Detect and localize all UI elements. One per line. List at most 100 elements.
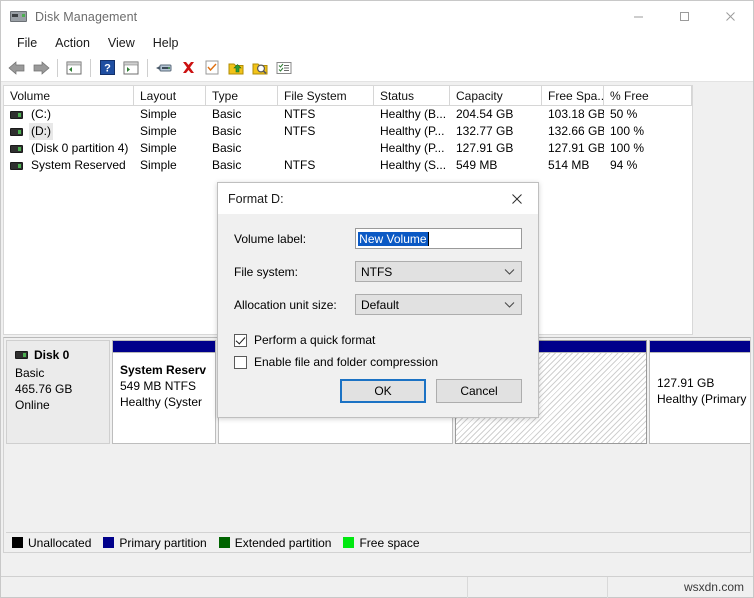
column-header-percent-free[interactable]: % Free [604,86,692,106]
column-header-status[interactable]: Status [374,86,450,106]
show-hide-console-tree-icon[interactable] [119,56,143,80]
checkbox-quick-format-row[interactable]: Perform a quick format [234,333,522,347]
column-header-free-space[interactable]: Free Spa... [542,86,604,106]
text-caret [427,231,429,246]
disk-info-panel[interactable]: Disk 0 Basic 465.76 GB Online [6,340,110,444]
cell-volume: (D:) [4,123,134,140]
legend-label: Primary partition [119,535,207,550]
back-arrow-icon[interactable] [5,56,29,80]
disk-name: Disk 0 [34,348,70,362]
help-icon[interactable]: ? [95,56,119,80]
label-allocation-unit-size: Allocation unit size: [234,297,337,312]
menu-item-help[interactable]: Help [144,33,188,53]
legend: Unallocated Primary partition Extended p… [6,532,750,552]
format-dialog: Format D: Volume label: New Volume File … [217,182,539,418]
column-header-volume[interactable]: Volume [4,86,134,106]
cancel-button[interactable]: Cancel [436,379,522,403]
partition-size-fs: 549 MB NTFS [120,379,197,393]
column-header-capacity[interactable]: Capacity [450,86,542,106]
cell-capacity: 127.91 GB [456,141,514,155]
detail-view-icon[interactable] [272,56,296,80]
partition-disk0-part4[interactable]: 127.91 GB Healthy (Primary Partition) [649,340,750,444]
up-one-level-icon[interactable] [62,56,86,80]
disk-type: Basic [15,366,45,380]
dialog-close-button[interactable] [496,183,538,214]
minimize-button[interactable] [615,1,661,32]
compression-checkbox[interactable] [234,355,247,369]
cell-free-space: 127.91 GB [548,141,604,155]
file-system-select[interactable]: NTFS [354,261,522,282]
column-header-file-system[interactable]: File System [278,86,374,106]
partition-color-bar [650,341,750,353]
volume-label-input[interactable]: New Volume [355,228,522,249]
legend-label: Unallocated [28,535,92,550]
export-list-icon[interactable] [224,56,248,80]
status-bar: wsxdn.com [1,576,753,598]
ok-button[interactable]: OK [340,379,426,403]
properties-icon[interactable] [152,56,176,80]
cell-type: Basic [212,158,242,172]
legend-label: Free space [359,535,420,550]
quick-format-label: Perform a quick format [254,333,376,347]
title-bar: Disk Management [1,1,753,32]
forward-arrow-icon[interactable] [29,56,53,80]
table-row[interactable]: (D:) Simple Basic NTFS Healthy (P... 132… [4,123,692,140]
menu-item-file[interactable]: File [8,33,46,53]
close-button[interactable] [707,1,753,32]
cell-percent-free: 94 % [610,158,638,172]
cell-layout: Simple [140,141,177,155]
partition-status: Healthy (Primary Partition) [657,392,750,406]
cell-layout: Simple [140,107,177,121]
column-header-layout[interactable]: Layout [134,86,206,106]
maximize-button[interactable] [661,1,707,32]
table-row[interactable]: (Disk 0 partition 4) Simple Basic Health… [4,140,692,157]
legend-item-extended-partition: Extended partition [218,536,331,550]
status-pane-1 [1,576,468,598]
legend-swatch [218,537,230,548]
cell-percent-free: 100 % [610,141,645,155]
cell-file-system: NTFS [284,124,316,138]
field-volume-label: Volume label: New Volume [234,228,522,249]
dialog-buttons: OK Cancel [330,379,522,403]
menu-item-view[interactable]: View [99,33,144,53]
allocation-unit-size-value: Default [360,297,399,312]
partition-system-reserved[interactable]: System Reserv 549 MB NTFS Healthy (Syste… [112,340,216,444]
field-file-system: File system: NTFS [234,261,522,282]
legend-item-unallocated: Unallocated [12,536,91,550]
menu-item-action[interactable]: Action [46,33,99,53]
volume-list-header: Volume Layout Type File System Status Ca… [4,86,692,106]
toolbar-separator [90,58,91,77]
disk-drive-icon [10,8,27,25]
field-allocation-unit-size: Allocation unit size: Default [234,294,522,315]
cell-layout: Simple [140,158,177,172]
cell-free-space: 132.66 GB [548,124,604,138]
column-header-type[interactable]: Type [206,86,278,106]
dialog-title-bar: Format D: [218,183,538,214]
label-volume-label: Volume label: [234,231,307,246]
legend-swatch [343,537,355,548]
zoom-icon[interactable] [248,56,272,80]
drive-icon [10,110,23,119]
cell-free-space: 103.18 GB [548,107,604,121]
cell-capacity: 132.77 GB [456,124,514,138]
table-row[interactable]: System Reserved Simple Basic NTFS Health… [4,157,692,174]
cell-percent-free: 100 % [610,124,645,138]
dialog-body: Volume label: New Volume File system: NT… [218,214,538,369]
file-system-value: NTFS [360,264,393,279]
cell-percent-free: 50 % [610,107,638,121]
menu-bar: File Action View Help [1,32,753,54]
partition-color-bar [113,341,215,353]
cell-status: Healthy (P... [380,141,445,155]
cell-capacity: 549 MB [456,158,498,172]
chevron-down-icon [504,298,515,312]
allocation-unit-size-select[interactable]: Default [354,294,522,315]
table-row[interactable]: (C:) Simple Basic NTFS Healthy (B... 204… [4,106,692,123]
cell-type: Basic [212,124,242,138]
partition-status: Healthy (Syster [120,395,203,409]
disk-size: 465.76 GB [15,382,73,396]
chevron-down-icon [504,265,515,279]
delete-icon[interactable] [176,56,200,80]
quick-format-checkbox[interactable] [234,333,247,347]
checkbox-compression-row[interactable]: Enable file and folder compression [234,355,522,369]
rescan-disks-icon[interactable] [200,56,224,80]
